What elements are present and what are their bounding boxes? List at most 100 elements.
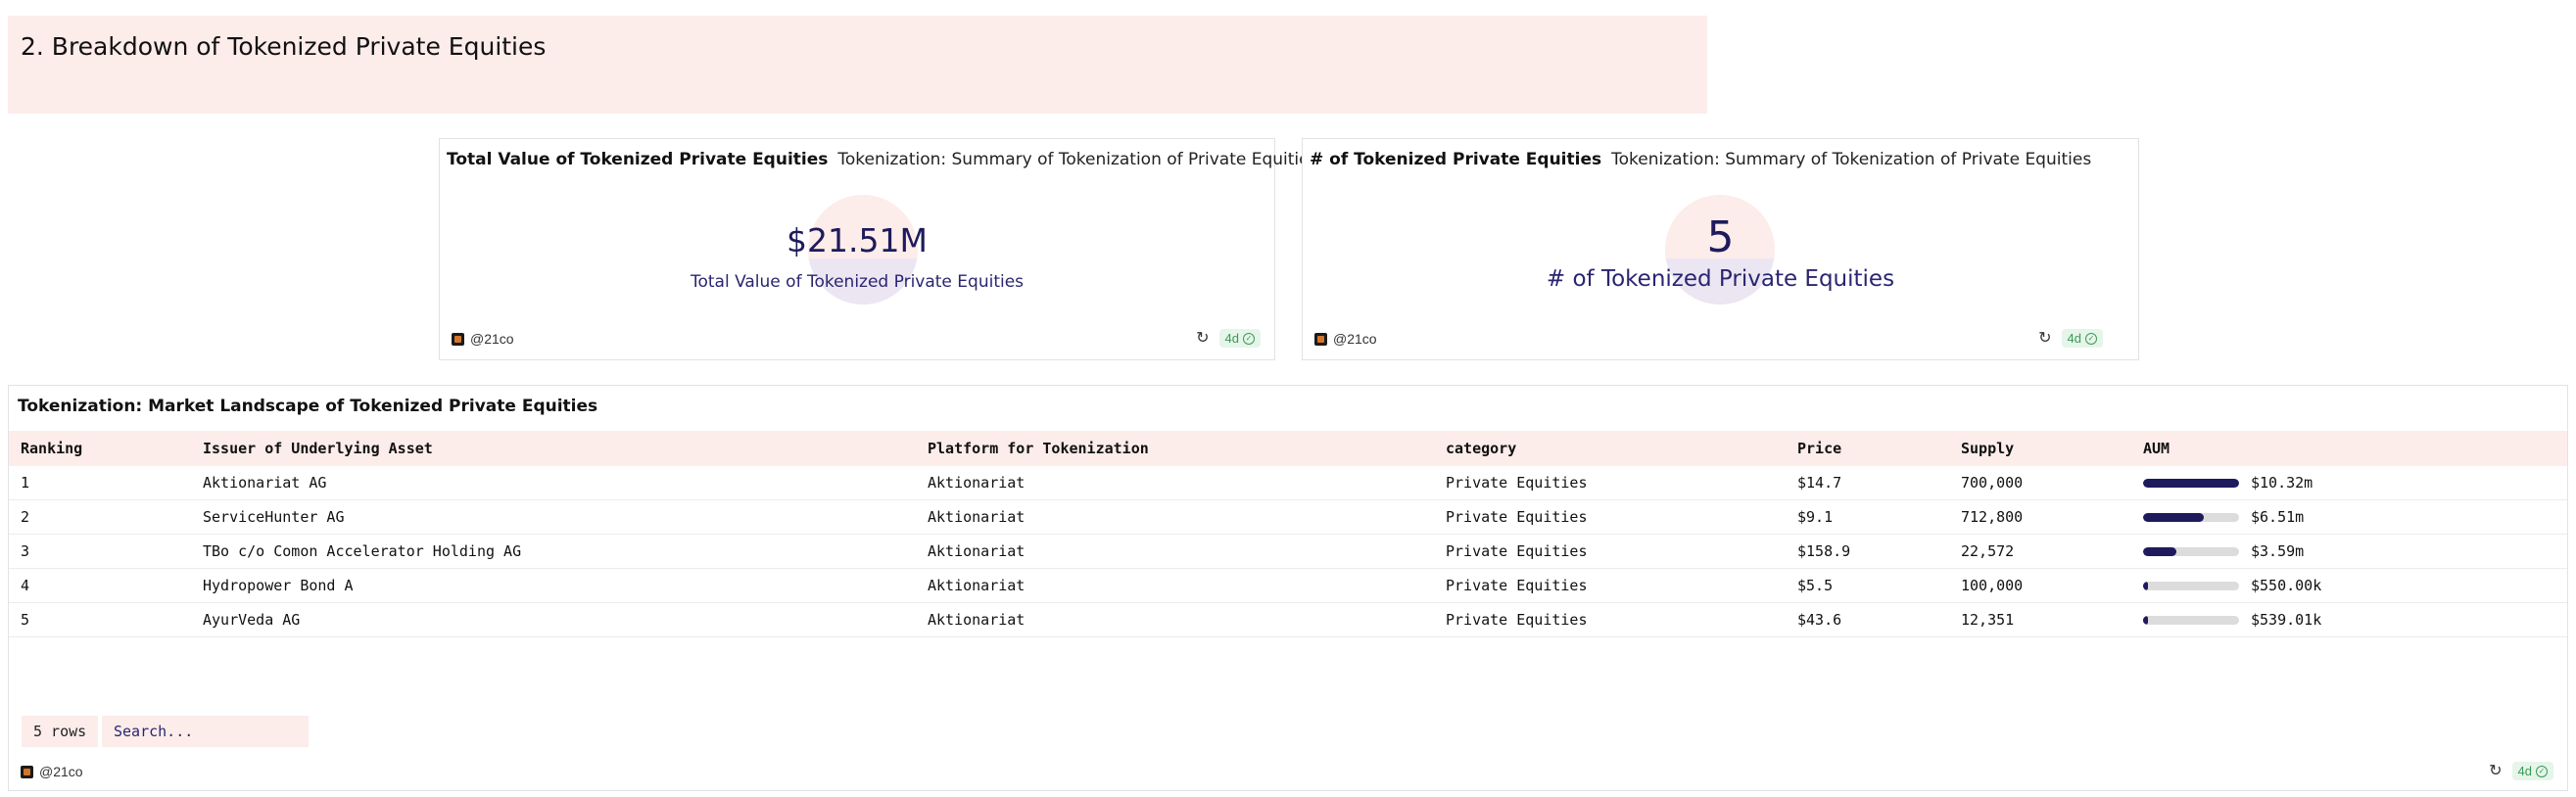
cell-supply: 712,800 (1961, 508, 2024, 526)
cell-ranking: 4 (21, 577, 30, 594)
cell-platform: Aktionariat (928, 508, 1026, 526)
age-badge: 4d ✓ (1218, 329, 1261, 348)
avatar-icon (1314, 332, 1327, 346)
cell-aum: $3.59m (2131, 535, 2567, 569)
cell-ranking: 2 (21, 508, 30, 526)
column-header-supply[interactable]: Supply (1949, 431, 2131, 466)
card-author[interactable]: @21co (21, 764, 83, 779)
aum-value: $10.32m (2251, 474, 2314, 492)
counter-label: Total Value of Tokenized Private Equitie… (690, 272, 1025, 292)
row-count: 5 rows (22, 716, 99, 747)
cell-aum: $550.00k (2131, 569, 2567, 603)
cell-price: $14.7 (1797, 474, 1842, 492)
counter-label: # of Tokenized Private Equities (1546, 266, 1895, 292)
aum-bar (2143, 581, 2239, 590)
aum-bar-fill (2143, 581, 2149, 590)
age-text: 4d (2517, 764, 2532, 778)
card-author[interactable]: @21co (1314, 331, 1377, 347)
cell-category: Private Equities (1446, 611, 1588, 629)
card-status: ↻ 4d ✓ (1196, 329, 1261, 348)
author-handle: @21co (1333, 331, 1377, 347)
card-status: ↻ 4d ✓ (2038, 329, 2103, 348)
cell-category: Private Equities (1446, 474, 1588, 492)
cell-issuer: Hydropower Bond A (203, 577, 354, 594)
age-badge: 4d ✓ (2061, 329, 2103, 348)
refresh-icon[interactable]: ↻ (1196, 330, 1209, 347)
column-header-category[interactable]: category (1434, 431, 1786, 466)
card-title-text[interactable]: Total Value of Tokenized Private Equitie… (447, 150, 828, 169)
card-title: Total Value of Tokenized Private Equitie… (447, 150, 1317, 169)
author-handle: @21co (39, 764, 83, 779)
table-row: 3 TBo c/o Comon Accelerator Holding AG A… (9, 535, 2567, 569)
cell-issuer: TBo c/o Comon Accelerator Holding AG (203, 542, 522, 560)
table-row: 5 AyurVeda AG Aktionariat Private Equiti… (9, 603, 2567, 637)
table-row: 2 ServiceHunter AG Aktionariat Private E… (9, 500, 2567, 535)
aum-value: $539.01k (2251, 611, 2322, 629)
aum-value: $3.59m (2251, 542, 2305, 560)
aum-bar-fill (2143, 615, 2149, 625)
cell-platform: Aktionariat (928, 542, 1026, 560)
aum-bar (2143, 478, 2239, 488)
card-author[interactable]: @21co (452, 331, 514, 347)
aum-bar (2143, 615, 2239, 625)
cell-price: $9.1 (1797, 508, 1834, 526)
cell-ranking: 5 (21, 611, 30, 629)
cell-platform: Aktionariat (928, 577, 1026, 594)
cell-supply: 100,000 (1961, 577, 2024, 594)
avatar-icon (452, 332, 464, 346)
aum-value: $550.00k (2251, 577, 2322, 594)
refresh-icon[interactable]: ↻ (2038, 330, 2051, 347)
cell-aum: $539.01k (2131, 603, 2567, 637)
age-text: 4d (1224, 331, 1239, 346)
aum-bar-fill (2143, 546, 2177, 556)
aum-bar-fill (2143, 478, 2239, 488)
cell-ranking: 1 (21, 474, 30, 492)
aum-value: $6.51m (2251, 508, 2305, 526)
cell-platform: Aktionariat (928, 474, 1026, 492)
cell-aum: $10.32m (2131, 466, 2567, 500)
check-circle-icon: ✓ (2536, 765, 2548, 777)
avatar-icon (21, 765, 33, 778)
column-header-price[interactable]: Price (1786, 431, 1949, 466)
total-value-card: Total Value of Tokenized Private Equitie… (439, 138, 1317, 360)
count-card: # of Tokenized Private Equities Tokenizat… (1302, 138, 2139, 360)
cell-price: $43.6 (1797, 611, 1842, 629)
cell-platform: Aktionariat (928, 611, 1026, 629)
column-header-issuer[interactable]: Issuer of Underlying Asset (191, 431, 916, 466)
table-title[interactable]: Tokenization: Market Landscape of Tokeni… (18, 397, 597, 416)
age-text: 4d (2067, 331, 2081, 346)
cell-issuer: ServiceHunter AG (203, 508, 345, 526)
cell-supply: 12,351 (1961, 611, 2015, 629)
refresh-icon[interactable]: ↻ (2489, 763, 2502, 779)
column-header-platform[interactable]: Platform for Tokenization (916, 431, 1434, 466)
cell-supply: 700,000 (1961, 474, 2024, 492)
market-table: Ranking Issuer of Underlying Asset Platf… (9, 431, 2567, 637)
aum-bar (2143, 512, 2239, 522)
check-circle-icon: ✓ (1243, 332, 1255, 345)
cell-aum: $6.51m (2131, 500, 2567, 535)
search-input[interactable] (102, 716, 309, 747)
cell-price: $5.5 (1797, 577, 1834, 594)
cell-category: Private Equities (1446, 577, 1588, 594)
age-badge: 4d ✓ (2511, 762, 2553, 780)
card-title: # of Tokenized Private Equities Tokenizat… (1310, 150, 2091, 169)
check-circle-icon: ✓ (2085, 332, 2097, 345)
card-title-text[interactable]: # of Tokenized Private Equities (1310, 150, 1601, 169)
cell-category: Private Equities (1446, 508, 1588, 526)
column-header-aum[interactable]: AUM (2131, 431, 2567, 466)
cell-category: Private Equities (1446, 542, 1588, 560)
cell-supply: 22,572 (1961, 542, 2015, 560)
card-subtitle-link[interactable]: Tokenization: Summary of Tokenization of… (837, 150, 1317, 169)
aum-bar (2143, 546, 2239, 556)
section-title: 2. Breakdown of Tokenized Private Equiti… (21, 32, 547, 61)
table-header-row: Ranking Issuer of Underlying Asset Platf… (9, 431, 2567, 466)
column-header-ranking[interactable]: Ranking (9, 431, 191, 466)
market-landscape-card: Tokenization: Market Landscape of Tokeni… (8, 385, 2568, 791)
table-row: 4 Hydropower Bond A Aktionariat Private … (9, 569, 2567, 603)
counter-value: 5 (1706, 212, 1735, 262)
cell-issuer: Aktionariat AG (203, 474, 327, 492)
table-row: 1 Aktionariat AG Aktionariat Private Equ… (9, 466, 2567, 500)
card-status: ↻ 4d ✓ (2489, 762, 2553, 780)
cell-issuer: AyurVeda AG (203, 611, 301, 629)
card-subtitle-link[interactable]: Tokenization: Summary of Tokenization of… (1611, 150, 2091, 169)
